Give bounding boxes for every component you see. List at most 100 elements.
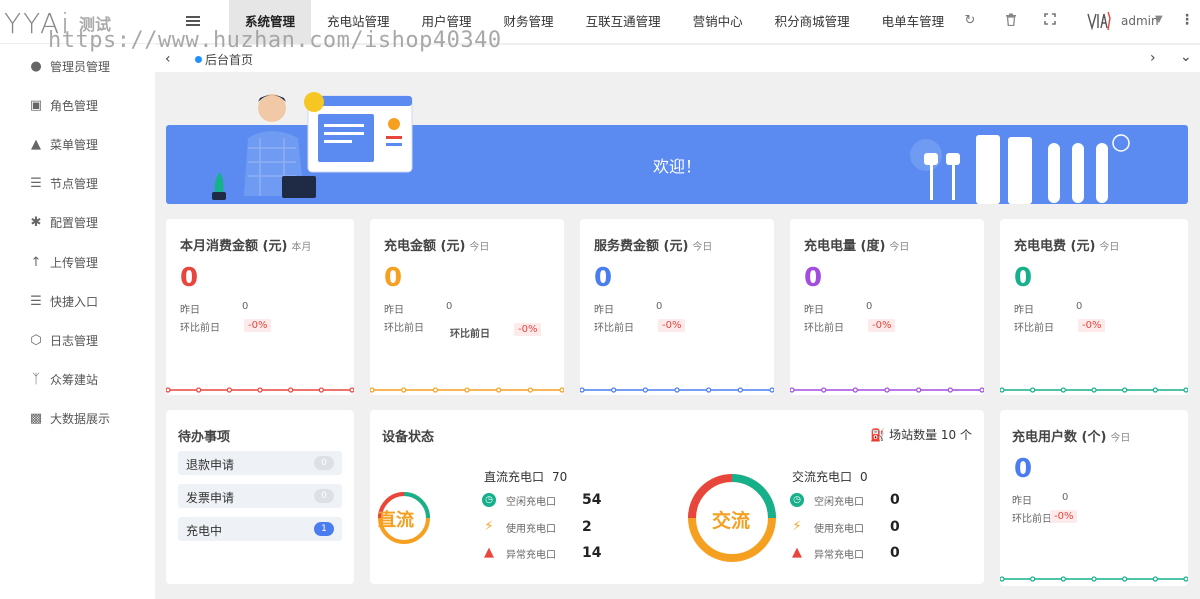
dc-header: 直流充电口 70 (484, 470, 568, 484)
sidebar-item-logs[interactable]: ⬡ 日志管理 (28, 330, 98, 350)
sidebar-item-label: 配置管理 (50, 215, 99, 230)
sidebar-item-label: 快捷入口 (50, 294, 99, 309)
chevron-right-icon[interactable]: › (1150, 50, 1156, 66)
tab-points-mall[interactable]: 积分商城管理 (759, 0, 866, 44)
clock-icon: ◷ (482, 493, 496, 507)
stat-card-electricity-fee: 充电电费 (元) 今日 0 昨日 0 环比前日 -0% (1000, 219, 1188, 395)
sparkline-point (1030, 387, 1036, 393)
sidebar-item-crowdfund[interactable]: ᛉ 众筹建站 (28, 369, 98, 389)
stat-title: 服务费金额 (元) 今日 (594, 239, 713, 254)
sidebar-item-admins[interactable]: ● 管理员管理 (28, 56, 110, 76)
watermark-url: https://www.huzhan.com/ishop40340 (48, 28, 502, 53)
sidebar-item-label: 节点管理 (50, 176, 99, 191)
todo-item-invoice[interactable]: 发票申请 0 (178, 484, 342, 508)
sidebar-item-label: 大数据展示 (50, 411, 111, 426)
refresh-icon[interactable]: ↻ (962, 13, 978, 29)
ac-row-idle: ◷ 空闲充电口 0 (790, 492, 900, 508)
chevron-down-icon[interactable]: ⌄ (1180, 49, 1192, 65)
todo-count-badge: 0 (314, 456, 334, 470)
sparkline-point (916, 387, 922, 393)
warning-icon: ▲ (482, 545, 496, 560)
stat-compare-label: 环比前日 (180, 323, 220, 334)
todo-item-refund[interactable]: 退款申请 0 (178, 451, 342, 475)
stat-yesterday-value: 0 (1076, 301, 1083, 312)
stat-value: 0 (804, 263, 823, 293)
sparkline-point (884, 387, 890, 393)
sparkline (1000, 576, 1188, 582)
avatar[interactable] (1086, 8, 1112, 34)
sparkline-point (769, 387, 774, 393)
sparkline-point (318, 387, 324, 393)
trash-icon[interactable] (1003, 13, 1019, 29)
sidebar-item-shortcuts[interactable]: ☰ 快捷入口 (28, 291, 98, 311)
user-icon: ● (30, 58, 42, 74)
stat-title: 充电电费 (元) 今日 (1014, 239, 1120, 254)
chevron-left-icon[interactable]: ‹ (165, 51, 171, 67)
breadcrumb-home[interactable]: 后台首页 (205, 51, 253, 68)
stat-card-charge-amount: 充电金额 (元) 今日 0 昨日 0 环比前日 环比前日 -0% (370, 219, 564, 395)
dc-ring-label: 直流 (378, 510, 414, 531)
todo-item-label: 充电中 (186, 524, 223, 538)
stat-card-energy: 充电电量 (度) 今日 0 昨日 0 环比前日 -0% (790, 219, 984, 395)
users-compare-badge: -0% (1050, 510, 1078, 523)
stat-card-month-consumption: 本月消费金额 (元) 本月 0 昨日 0 环比前日 -0% (166, 219, 354, 395)
stat-title: 充电电量 (度) 今日 (804, 239, 910, 254)
chevron-down-icon[interactable]: ▼ (1155, 14, 1163, 25)
sparkline-point (1000, 387, 1005, 393)
stat-compare-label: 环比前日 (594, 323, 634, 334)
sparkline-point (527, 387, 533, 393)
sparkline (370, 387, 564, 393)
tree-icon: ▲ (31, 136, 41, 152)
sidebar-item-config[interactable]: ✱ 配置管理 (28, 212, 98, 232)
stat-compare-label: 环比前日 (1014, 323, 1054, 334)
branch-icon: ᛉ (32, 371, 40, 387)
stat-yesterday-label: 昨日 (594, 305, 614, 316)
stat-compare-badge: -0% (1078, 319, 1106, 332)
sidebar-item-menus[interactable]: ▲ 菜单管理 (28, 134, 98, 154)
users-title: 充电用户数 (个) 今日 (1012, 430, 1131, 445)
sparkline-point (979, 387, 984, 393)
todo-item-label: 发票申请 (186, 491, 235, 505)
stat-compare-label: 环比前日 (804, 323, 844, 334)
clock-icon: ◷ (790, 493, 804, 507)
users-yesterday-value: 0 (1062, 492, 1069, 503)
sparkline-point (580, 387, 585, 393)
role-icon: ▣ (29, 97, 43, 113)
more-vertical-icon[interactable]: ⋮ (1180, 12, 1194, 28)
stat-title: 本月消费金额 (元) 本月 (180, 239, 312, 254)
sidebar-item-nodes[interactable]: ☰ 节点管理 (28, 173, 98, 193)
stat-compare-badge: -0% (514, 323, 542, 336)
sparkline-point (1091, 387, 1097, 393)
sidebar-item-label: 上传管理 (50, 255, 99, 270)
sidebar: ● 管理员管理 ▣ 角色管理 ▲ 菜单管理 ☰ 节点管理 ✱ 配置管理 ↑ 上传管理 ☰ 快捷… (0, 44, 155, 599)
bolt-icon: ⚡ (482, 520, 496, 534)
sidebar-item-label: 管理员管理 (50, 59, 111, 74)
sparkline (790, 387, 984, 393)
fullscreen-icon[interactable] (1042, 13, 1058, 29)
ac-row-in-use: ⚡ 使用充电口 0 (790, 519, 900, 535)
todo-item-charging[interactable]: 充电中 1 (178, 517, 342, 541)
menu-toggle-icon[interactable] (186, 14, 200, 28)
sidebar-item-roles[interactable]: ▣ 角色管理 (28, 95, 98, 115)
tab-ebike[interactable]: 电单车管理 (866, 0, 961, 44)
sidebar-item-label: 菜单管理 (50, 137, 99, 152)
log-icon: ⬡ (30, 332, 42, 348)
active-dot-icon (195, 56, 202, 63)
sidebar-item-upload[interactable]: ↑ 上传管理 (28, 252, 98, 272)
tab-interconnect[interactable]: 互联互通管理 (570, 0, 677, 44)
sparkline-point (790, 387, 795, 393)
sparkline-point (852, 387, 858, 393)
sparkline-point (257, 387, 263, 393)
charging-users-card: 充电用户数 (个) 今日 0 昨日 0 环比前日 -0% (1000, 410, 1188, 586)
stat-card-service-fee: 服务费金额 (元) 今日 0 昨日 0 环比前日 -0% (580, 219, 774, 395)
stat-yesterday-value: 0 (242, 301, 249, 312)
sidebar-item-bigdata[interactable]: ▩ 大数据展示 (28, 408, 110, 428)
dc-row-idle: ◷ 空闲充电口 54 (482, 492, 601, 508)
tab-marketing[interactable]: 营销中心 (677, 0, 759, 44)
sparkline-point (559, 387, 564, 393)
admin-username[interactable]: admin (1121, 14, 1159, 28)
todo-count-badge: 1 (314, 522, 334, 536)
list-icon: ☰ (30, 175, 42, 191)
sidebar-item-label: 角色管理 (50, 98, 99, 113)
sparkline-point (401, 387, 407, 393)
